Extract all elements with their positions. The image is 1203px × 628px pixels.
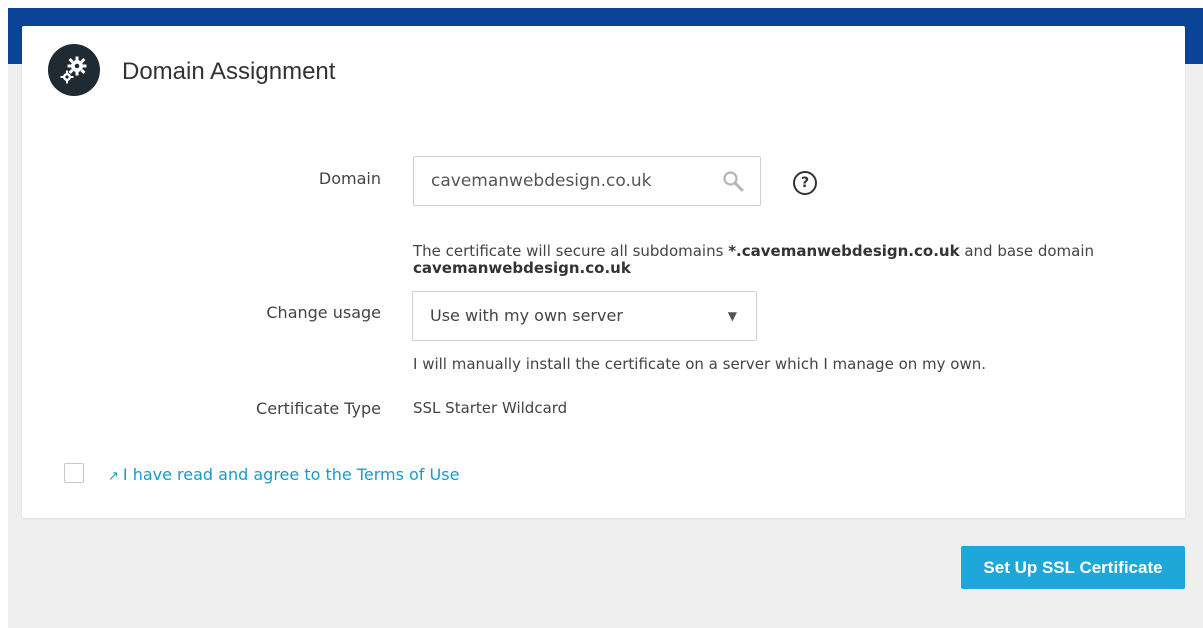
terms-of-use-link[interactable]: ↗ I have read and agree to the Terms of U… xyxy=(108,465,459,484)
domain-assignment-card: Domain Assignment Domain cavemanwebdesig… xyxy=(22,26,1185,518)
domain-input-value: cavemanwebdesign.co.uk xyxy=(431,171,652,191)
info-prefix: The certificate will secure all subdomai… xyxy=(413,242,729,260)
info-middle: and base domain xyxy=(959,242,1095,260)
usage-selected-value: Use with my own server xyxy=(430,306,623,325)
info-wildcard-domain: *.cavemanwebdesign.co.uk xyxy=(728,242,960,260)
certificate-type-label: Certificate Type xyxy=(256,399,381,418)
domain-label: Domain xyxy=(318,169,381,188)
terms-link-label: I have read and agree to the Terms of Us… xyxy=(122,465,460,484)
gears-icon xyxy=(48,44,100,96)
certificate-type-value: SSL Starter Wildcard xyxy=(413,399,568,417)
domain-coverage-info: The certificate will secure all subdomai… xyxy=(413,243,1153,277)
help-icon[interactable]: ? xyxy=(793,171,817,195)
domain-search-input[interactable]: cavemanwebdesign.co.uk xyxy=(413,156,761,206)
dropdown-arrow-icon: ▼ xyxy=(727,309,737,323)
info-base-domain: cavemanwebdesign.co.uk xyxy=(413,259,631,277)
page-title: Domain Assignment xyxy=(122,58,336,85)
usage-label: Change usage xyxy=(266,303,381,322)
terms-checkbox[interactable] xyxy=(64,463,84,483)
usage-select[interactable]: Use with my own server ▼ xyxy=(412,291,757,341)
usage-help-text: I will manually install the certificate … xyxy=(413,355,986,373)
search-icon[interactable] xyxy=(722,170,744,196)
external-link-icon: ↗ xyxy=(108,469,119,484)
set-up-ssl-button[interactable]: Set Up SSL Certificate xyxy=(961,546,1185,589)
